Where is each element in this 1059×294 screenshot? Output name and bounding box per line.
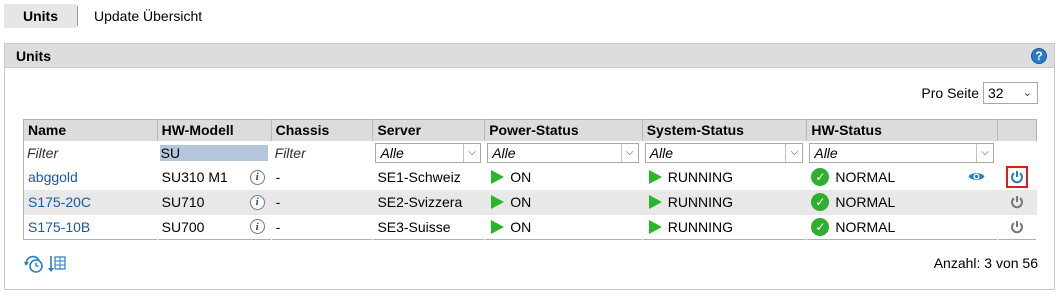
footer-toolbar bbox=[23, 254, 67, 277]
play-icon bbox=[648, 195, 662, 209]
column-header-hw-status[interactable]: HW-Status bbox=[806, 119, 999, 141]
hw-status-value: NORMAL bbox=[835, 194, 896, 210]
server-filter-select[interactable]: Alle ⌵ bbox=[375, 142, 482, 163]
hw-model-value: SU710 bbox=[161, 194, 205, 210]
play-icon bbox=[648, 219, 662, 234]
per-page-label: Pro Seite bbox=[921, 85, 979, 101]
filter-empty-cell bbox=[997, 140, 1037, 165]
panel-title: Units bbox=[16, 47, 51, 64]
hw-model-value: SU310 M1 bbox=[161, 169, 228, 185]
tab-units[interactable]: Units bbox=[4, 4, 77, 28]
chevron-down-icon: ⌵ bbox=[976, 143, 993, 162]
units-table: Name HW-Modell Chassis Server Power-Stat… bbox=[23, 119, 1037, 240]
system-status-value: RUNNING bbox=[667, 169, 734, 185]
result-count: Anzahl: 3 von 56 bbox=[933, 255, 1038, 271]
name-filter-input[interactable]: Filter bbox=[26, 145, 58, 161]
info-icon[interactable]: i bbox=[249, 219, 265, 235]
chevron-down-icon: ⌵ bbox=[785, 143, 802, 162]
chevron-down-icon: ⌵ bbox=[620, 143, 638, 162]
unit-name-link[interactable]: S175-20C bbox=[28, 194, 91, 210]
table-export-icon[interactable] bbox=[47, 254, 67, 277]
check-circle-icon: ✓ bbox=[811, 193, 830, 211]
power-icon[interactable] bbox=[1006, 166, 1028, 188]
power-status-value: ON bbox=[510, 194, 532, 210]
column-header-system-status[interactable]: System-Status bbox=[642, 119, 808, 141]
table-row: S175-10B SU700 i - SE3-Suisse ON RUNNING … bbox=[23, 214, 1037, 240]
hw-status-value: NORMAL bbox=[835, 169, 896, 185]
hw-filter-select[interactable]: Alle ⌵ bbox=[809, 142, 995, 163]
power-icon[interactable] bbox=[1007, 217, 1027, 237]
info-icon[interactable]: i bbox=[249, 169, 265, 185]
chevron-down-icon: ⌵ bbox=[463, 143, 480, 162]
tab-update-overview[interactable]: Update Übersicht bbox=[78, 4, 216, 28]
column-header-hw-model[interactable]: HW-Modell bbox=[157, 119, 272, 141]
eye-icon[interactable] bbox=[968, 169, 985, 185]
server-value: SE1-Schweiz bbox=[372, 164, 485, 190]
units-panel: Units ? Pro Seite 32 ⌄ Name HW-Modell Ch… bbox=[4, 43, 1055, 290]
table-row: abggold SU310 M1 i - SE1-Schweiz ON RUNNI… bbox=[23, 164, 1037, 190]
column-header-chassis[interactable]: Chassis bbox=[271, 119, 374, 141]
play-icon bbox=[491, 219, 505, 234]
refresh-clock-icon[interactable] bbox=[23, 254, 45, 277]
per-page-select[interactable]: 32 ⌄ bbox=[983, 82, 1038, 104]
power-filter-value: Alle bbox=[492, 144, 516, 161]
system-filter-value: Alle bbox=[649, 144, 674, 161]
hw-model-value: SU700 bbox=[161, 218, 205, 235]
system-status-value: RUNNING bbox=[667, 218, 734, 235]
hw-filter-value: Alle bbox=[814, 144, 838, 161]
chassis-filter-input[interactable]: Filter bbox=[274, 145, 306, 161]
column-header-power-status[interactable]: Power-Status bbox=[484, 119, 643, 141]
power-status-value: ON bbox=[510, 169, 532, 185]
table-row: S175-20C SU710 i - SE2-Svizzera ON RUNNIN… bbox=[23, 189, 1037, 215]
check-circle-icon: ✓ bbox=[811, 217, 830, 236]
server-value: SE3-Suisse bbox=[372, 214, 485, 240]
power-filter-select[interactable]: Alle ⌵ bbox=[487, 142, 639, 163]
play-icon bbox=[491, 195, 505, 209]
per-page-value: 32 bbox=[988, 85, 1004, 101]
power-icon[interactable] bbox=[1007, 192, 1027, 212]
tab-bar: Units Update Übersicht bbox=[4, 4, 216, 28]
per-page-control: Pro Seite 32 ⌄ bbox=[921, 82, 1038, 104]
system-filter-select[interactable]: Alle ⌵ bbox=[644, 142, 804, 163]
column-header-actions bbox=[997, 119, 1037, 141]
column-header-server[interactable]: Server bbox=[372, 119, 486, 141]
help-icon[interactable]: ? bbox=[1031, 48, 1047, 64]
system-status-value: RUNNING bbox=[667, 194, 734, 210]
power-status-value: ON bbox=[510, 218, 532, 235]
column-header-name[interactable]: Name bbox=[23, 119, 158, 141]
hw-status-value: NORMAL bbox=[835, 218, 896, 235]
chassis-value: - bbox=[271, 164, 373, 190]
filter-row: Filter SU Filter Alle ⌵ Alle ⌵ Alle ⌵ Alle ⌵ bbox=[23, 140, 1037, 165]
unit-name-link[interactable]: abggold bbox=[28, 169, 78, 185]
check-circle-icon: ✓ bbox=[811, 168, 830, 186]
chassis-value: - bbox=[271, 214, 373, 240]
server-filter-value: Alle bbox=[380, 144, 404, 161]
chassis-value: - bbox=[271, 189, 373, 215]
unit-name-link[interactable]: S175-10B bbox=[28, 219, 90, 235]
server-value: SE2-Svizzera bbox=[372, 189, 485, 215]
panel-header: Units ? bbox=[5, 44, 1054, 68]
play-icon bbox=[491, 170, 505, 184]
play-icon bbox=[648, 170, 662, 184]
header-row: Name HW-Modell Chassis Server Power-Stat… bbox=[23, 119, 1037, 141]
chevron-down-icon: ⌄ bbox=[1022, 87, 1032, 99]
hw-model-filter-input[interactable]: SU bbox=[159, 144, 268, 161]
info-icon[interactable]: i bbox=[249, 194, 265, 210]
